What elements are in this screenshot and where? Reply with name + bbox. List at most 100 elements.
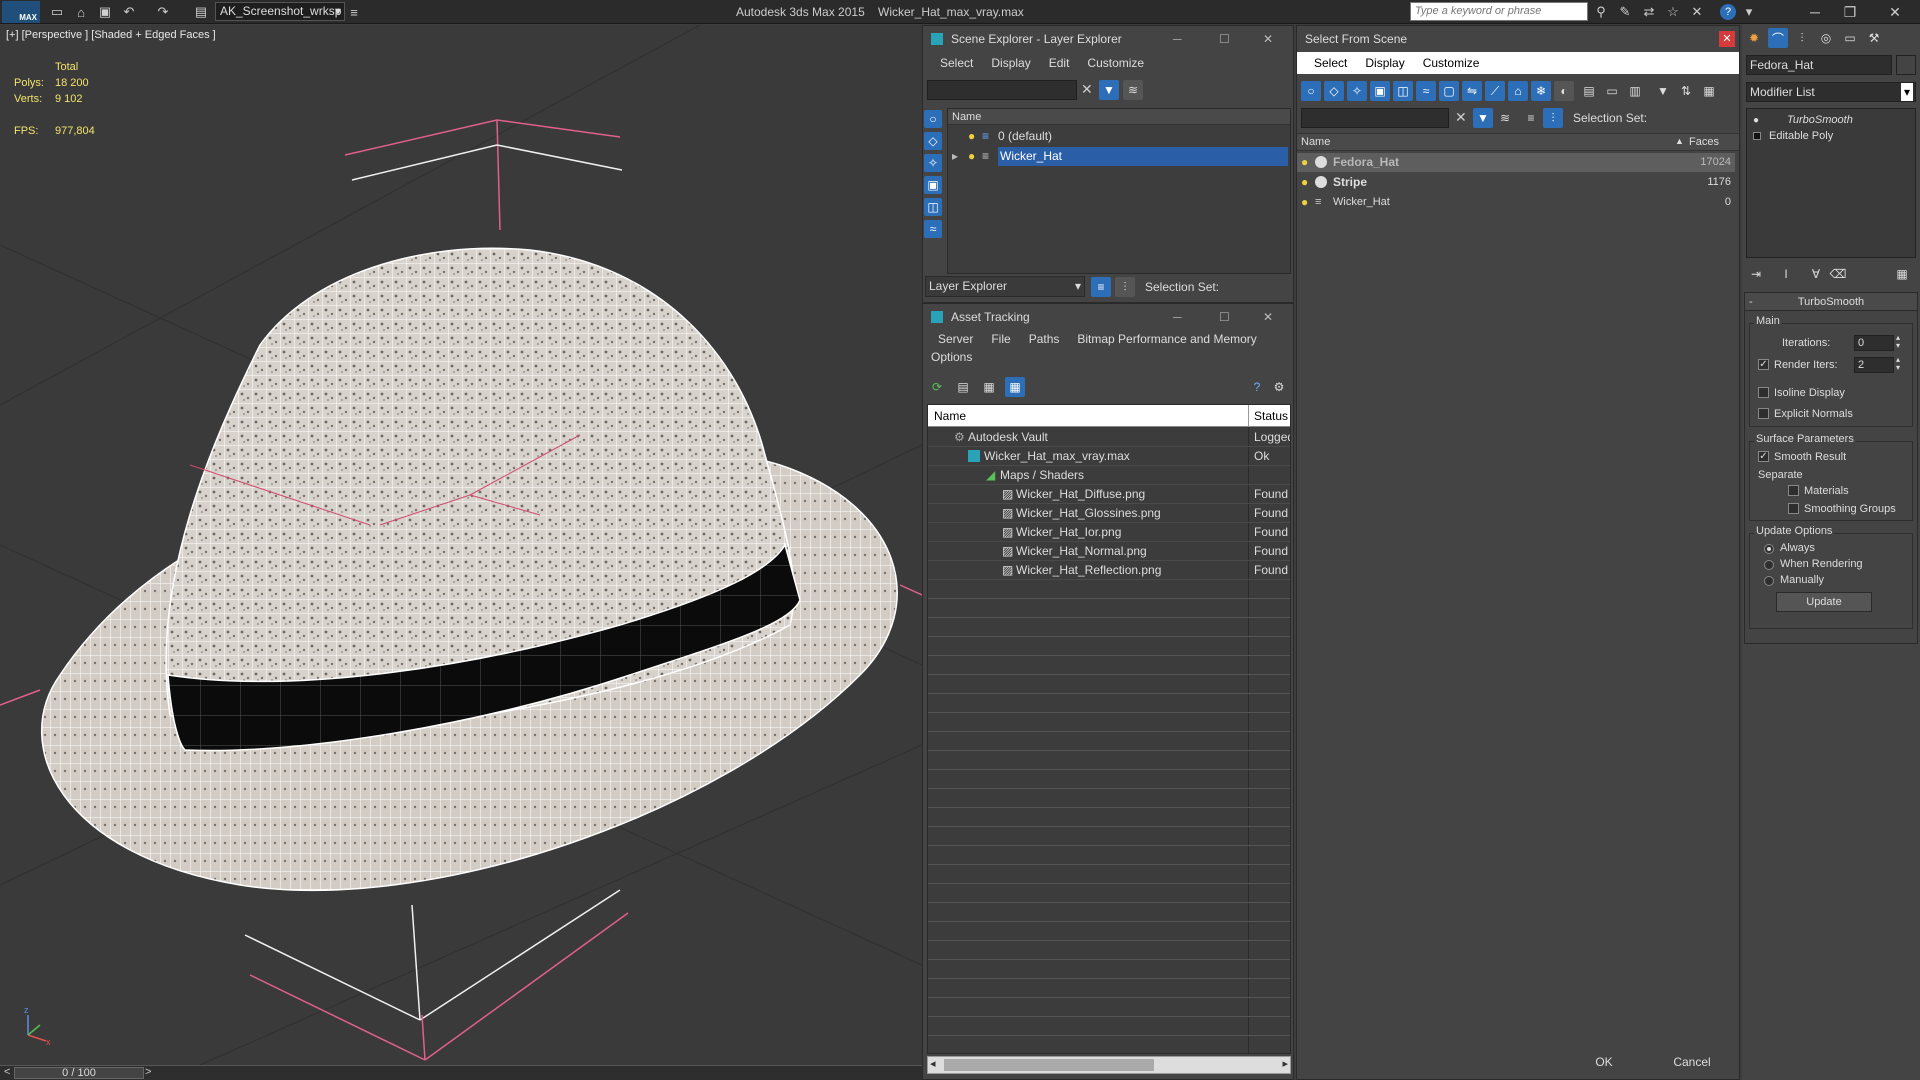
select-search-input[interactable] bbox=[1301, 108, 1449, 128]
help-dropdown-icon[interactable]: ▾ bbox=[1740, 3, 1758, 21]
perspective-viewport[interactable]: z x [+] [Perspective ] [Shaded + Edged F… bbox=[0, 25, 922, 1065]
remove-modifier-icon[interactable]: ⌫ bbox=[1828, 264, 1848, 284]
materials-checkbox[interactable] bbox=[1788, 485, 1799, 496]
maximize-icon[interactable]: ☐ bbox=[1219, 304, 1230, 330]
menu-customize[interactable]: Customize bbox=[1078, 52, 1153, 74]
asset-row-vault[interactable]: ⚙ Autodesk Vault Logged bbox=[928, 428, 1290, 447]
scroll-left-icon[interactable]: ◂ bbox=[930, 1057, 936, 1070]
display-invert-icon[interactable]: ▥ bbox=[1625, 81, 1645, 101]
select-from-scene-titlebar[interactable]: Select From Scene ✕ bbox=[1297, 26, 1739, 52]
modify-tab-icon[interactable]: ⌒ bbox=[1768, 28, 1788, 48]
help-icon[interactable]: ? bbox=[1720, 4, 1736, 20]
lightbulb-icon[interactable]: ● bbox=[1301, 193, 1308, 212]
object-row-wicker-hat[interactable]: ● ≡ Wicker_Hat 0 bbox=[1297, 193, 1735, 212]
layer-toggle-icon[interactable]: ≡ bbox=[1091, 277, 1111, 297]
render-iters-spinner-icon[interactable]: ▴ ▾ bbox=[1896, 356, 1900, 372]
asset-row-diffuse[interactable]: ▨ Wicker_Hat_Diffuse.png Found bbox=[928, 485, 1290, 504]
utilities-tab-icon[interactable]: ⚒ bbox=[1864, 28, 1884, 48]
open-file-icon[interactable]: ⌂ bbox=[72, 3, 90, 21]
display-helpers-icon[interactable]: ◫ bbox=[924, 198, 942, 216]
clear-search-icon[interactable]: ✕ bbox=[1455, 109, 1467, 126]
display-none-icon[interactable]: ▭ bbox=[1602, 81, 1622, 101]
menu-select[interactable]: Select bbox=[1305, 52, 1356, 74]
exchange-icon[interactable]: ⇄ bbox=[1640, 3, 1658, 21]
stack-item-editable-poly[interactable]: Editable Poly bbox=[1747, 127, 1915, 146]
col-name-header[interactable]: Name bbox=[1301, 136, 1330, 148]
display-spacewarps-icon[interactable]: ≈ bbox=[1416, 81, 1436, 101]
filter-icon[interactable]: ▼ bbox=[1099, 80, 1119, 100]
layer-toggle-icon[interactable]: ≡ bbox=[1521, 108, 1541, 128]
tools-icon[interactable]: ✎ bbox=[1616, 3, 1634, 21]
asset-tracking-titlebar[interactable]: Asset Tracking ─ ☐ ✕ bbox=[923, 304, 1293, 330]
filter-icon[interactable]: ▼ bbox=[1653, 81, 1673, 101]
minimize-icon[interactable]: ─ bbox=[1800, 0, 1830, 24]
display-spacewarps-icon[interactable]: ≈ bbox=[924, 220, 942, 238]
object-color-swatch[interactable] bbox=[1896, 55, 1916, 75]
restore-icon[interactable]: ❐ bbox=[1835, 0, 1865, 24]
object-name-field[interactable]: Fedora_Hat bbox=[1746, 55, 1892, 75]
time-slider-next[interactable]: > bbox=[145, 1066, 151, 1078]
isoline-display-checkbox[interactable] bbox=[1758, 387, 1769, 398]
display-cameras-icon[interactable]: ▣ bbox=[1370, 81, 1390, 101]
close-x-icon[interactable]: ✕ bbox=[1688, 3, 1706, 21]
display-lights-icon[interactable]: ✧ bbox=[1347, 81, 1367, 101]
help-icon[interactable]: ? bbox=[1247, 377, 1267, 397]
always-radio[interactable] bbox=[1764, 544, 1774, 554]
maximize-icon[interactable]: ☐ bbox=[1219, 26, 1230, 52]
menu-customize[interactable]: Customize bbox=[1414, 52, 1489, 74]
display-frozen-icon[interactable]: ❄ bbox=[1531, 81, 1551, 101]
workspace-menu-icon[interactable]: ≡ bbox=[345, 3, 363, 21]
menu-select[interactable]: Select bbox=[931, 52, 982, 74]
cancel-button[interactable]: Cancel bbox=[1647, 1051, 1737, 1075]
display-shapes-icon[interactable]: ◇ bbox=[924, 132, 942, 150]
time-slider[interactable]: < 0 / 100 > bbox=[0, 1065, 922, 1080]
scene-explorer-titlebar[interactable]: Scene Explorer - Layer Explorer ─ ☐ ✕ bbox=[923, 26, 1293, 52]
asset-row-reflection[interactable]: ▨ Wicker_Hat_Reflection.png Found bbox=[928, 561, 1290, 580]
when-rendering-radio[interactable] bbox=[1764, 560, 1774, 570]
menu-file[interactable]: File bbox=[982, 330, 1019, 348]
display-all-icon[interactable]: ▤ bbox=[1579, 81, 1599, 101]
menu-edit[interactable]: Edit bbox=[1040, 52, 1079, 74]
time-slider-prev[interactable]: < bbox=[4, 1066, 10, 1078]
close-icon[interactable]: ✕ bbox=[1719, 31, 1735, 47]
configure-sets-icon[interactable]: ▦ bbox=[1892, 264, 1912, 284]
menu-server[interactable]: Server bbox=[929, 330, 982, 348]
rollout-header[interactable]: - TurboSmooth bbox=[1745, 293, 1917, 311]
settings-icon[interactable]: ⚙ bbox=[1269, 377, 1289, 397]
scroll-right-icon[interactable]: ▸ bbox=[1282, 1057, 1288, 1070]
search-input[interactable]: Type a keyword or phrase bbox=[1410, 2, 1588, 21]
viewport-label[interactable]: [+] [Perspective ] [Shaded + Edged Faces… bbox=[6, 29, 216, 41]
display-helpers-icon[interactable]: ◫ bbox=[1393, 81, 1413, 101]
manually-radio[interactable] bbox=[1764, 576, 1774, 586]
col-status-header[interactable]: Status bbox=[1254, 409, 1288, 423]
table-view-icon[interactable]: ▦ bbox=[1005, 377, 1025, 397]
display-lights-icon[interactable]: ✧ bbox=[924, 154, 942, 172]
smooth-result-checkbox[interactable]: ✓ bbox=[1758, 451, 1769, 462]
asset-row-maps[interactable]: ◢ Maps / Shaders bbox=[928, 466, 1290, 485]
render-iters-input[interactable]: 2 bbox=[1854, 357, 1894, 373]
menu-paths[interactable]: Paths bbox=[1020, 330, 1069, 348]
redo-icon[interactable]: ↷ bbox=[154, 3, 172, 21]
motion-tab-icon[interactable]: ◎ bbox=[1816, 28, 1836, 48]
explicit-normals-checkbox[interactable] bbox=[1758, 408, 1769, 419]
col-name-header[interactable]: Name bbox=[934, 409, 966, 423]
display-geometry-icon[interactable]: ○ bbox=[924, 110, 942, 128]
smoothing-groups-checkbox[interactable] bbox=[1788, 503, 1799, 514]
iterations-spinner-icon[interactable]: ▴ ▾ bbox=[1896, 334, 1900, 350]
minimize-icon[interactable]: ─ bbox=[1173, 26, 1182, 52]
display-xrefs-icon[interactable]: ⇋ bbox=[1462, 81, 1482, 101]
asset-row-max-file[interactable]: Wicker_Hat_max_vray.max Ok bbox=[928, 447, 1290, 466]
lightbulb-icon[interactable]: ● bbox=[968, 127, 975, 146]
refresh-icon[interactable]: ⟳ bbox=[927, 377, 947, 397]
display-bones-icon[interactable]: ⟋ bbox=[1485, 81, 1505, 101]
menu-options[interactable]: Options bbox=[923, 348, 1293, 366]
display-cameras-icon[interactable]: ▣ bbox=[924, 176, 942, 194]
object-row-stripe[interactable]: ● Stripe 1176 bbox=[1297, 173, 1735, 192]
pin-stack-icon[interactable]: ⇥ bbox=[1746, 264, 1766, 284]
show-end-result-icon[interactable]: Ι bbox=[1776, 264, 1796, 284]
update-button[interactable]: Update bbox=[1776, 592, 1872, 612]
workspace-dropdown[interactable]: AK_Screenshot_wrksp ▾ bbox=[215, 2, 345, 21]
columns-icon[interactable]: ▦ bbox=[1699, 81, 1719, 101]
thumbnail-view-icon[interactable]: ▦ bbox=[979, 377, 999, 397]
display-tab-icon[interactable]: ▭ bbox=[1840, 28, 1860, 48]
